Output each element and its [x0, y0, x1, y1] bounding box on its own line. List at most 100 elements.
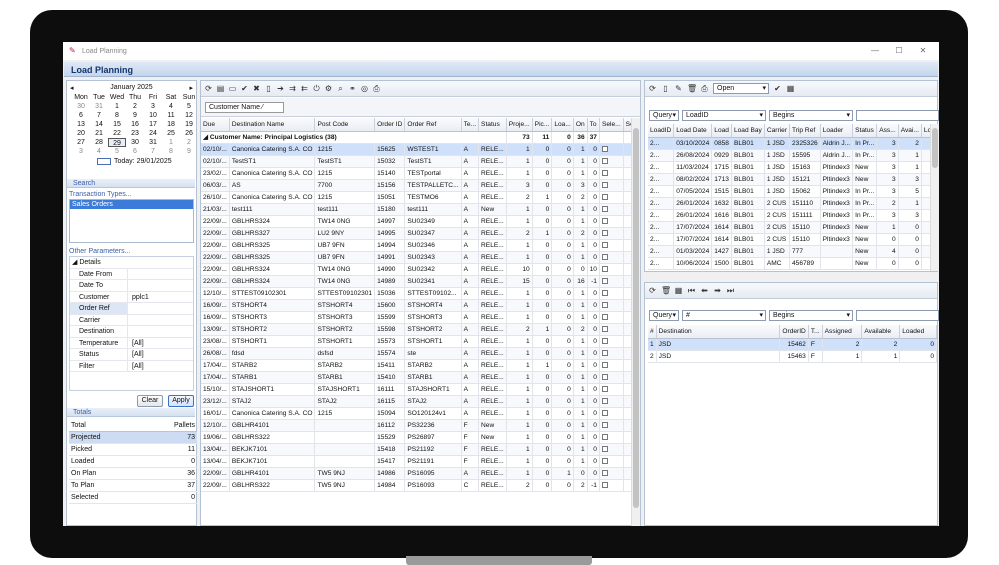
table-row[interactable]: 2... 08/02/2024 1713 BLB01 1 JSD 15121 Pltinde…	[648, 173, 930, 186]
table-row[interactable]: 2... 17/07/2024 1614 BLB01 2 CUS 15110 Pltinde…	[648, 233, 930, 246]
parameter-row[interactable]: Filter [All]	[70, 360, 193, 372]
calendar-day[interactable]: 8	[108, 111, 126, 120]
select-cell[interactable]	[599, 443, 624, 456]
refresh-icon[interactable]: ⟳	[648, 84, 657, 93]
table-row[interactable]: 2... 26/01/2024 1632 BLB01 2 CUS 151110 Pltind…	[648, 197, 930, 210]
calendar-day[interactable]: 20	[72, 129, 90, 138]
calendar-day[interactable]: 9	[180, 147, 198, 156]
column-header[interactable]: Loa...	[551, 118, 574, 132]
column-header[interactable]: Pic...	[532, 118, 553, 132]
row-checkbox[interactable]	[601, 277, 608, 284]
select-cell[interactable]	[599, 215, 624, 228]
table-row[interactable]: 16/01/... Canonica Catering S.A. CO 1215 15…	[201, 407, 631, 420]
loads-search-input[interactable]	[856, 109, 939, 121]
loads-field-dropdown[interactable]: LoadID	[682, 109, 766, 121]
table-row[interactable]: 22/09/... GBLHR4101 TW5 9NJ 14986 PS16095 A RE…	[201, 467, 631, 480]
orders-scrollbar[interactable]	[631, 118, 640, 526]
row-checkbox[interactable]	[601, 253, 608, 260]
calendar-day[interactable]: 1	[162, 138, 180, 147]
column-header[interactable]: Order Ref	[404, 118, 462, 132]
maximize-icon[interactable]: ☐	[887, 42, 911, 60]
table-row[interactable]: 16/09/... STSHORT4 STSHORT4 15600 STSHORT4 A R…	[201, 299, 631, 312]
totals-row[interactable]: On Plan 36	[69, 468, 197, 480]
column-header[interactable]: Destination Name	[229, 118, 316, 132]
table-row[interactable]: 13/04/... BEKJK7101 15417 PS21191 F RELE... 1 0…	[201, 455, 631, 468]
calendar-day[interactable]: 3	[72, 147, 90, 156]
search-icon[interactable]: ⌕	[336, 84, 345, 93]
column-header[interactable]: T...	[808, 325, 823, 339]
table-row[interactable]: 2... 17/07/2024 1614 BLB01 2 CUS 15110 Pltinde…	[648, 221, 930, 234]
last-icon[interactable]: ⏭	[726, 286, 735, 295]
select-cell[interactable]	[599, 179, 624, 192]
row-checkbox[interactable]	[601, 481, 608, 488]
row-checkbox[interactable]	[601, 217, 608, 224]
prev-month-icon[interactable]: ◂	[70, 84, 74, 93]
parameter-row[interactable]: Temperature [All]	[70, 337, 193, 349]
drops-operator-dropdown[interactable]: Begins	[769, 309, 853, 321]
parameter-row[interactable]: Date To	[70, 280, 193, 292]
table-row[interactable]: 22/09/... GBLHRS327 LU2 9NY 14995 SU02347 A RE…	[201, 227, 631, 240]
row-checkbox[interactable]	[601, 229, 608, 236]
parameter-row[interactable]: Order Ref	[70, 303, 193, 315]
row-checkbox[interactable]	[601, 373, 608, 380]
row-checkbox[interactable]	[601, 445, 608, 452]
row-checkbox[interactable]	[601, 313, 608, 320]
totals-row[interactable]: Loaded 0	[69, 456, 197, 468]
column-header[interactable]: LoadID	[648, 124, 675, 138]
calendar-day[interactable]: 30	[126, 138, 144, 147]
row-checkbox[interactable]	[601, 433, 608, 440]
totals-row[interactable]: Selected 0	[69, 492, 197, 504]
calendar-day[interactable]: 10	[144, 111, 162, 120]
clear-button[interactable]: Clear	[137, 395, 163, 407]
calendar-day[interactable]: 29	[108, 138, 126, 147]
orders-scroll-thumb[interactable]	[633, 128, 639, 508]
parameter-value[interactable]	[128, 303, 132, 314]
group-chip[interactable]: Customer Name ⁄	[205, 102, 284, 113]
row-checkbox[interactable]	[601, 337, 608, 344]
column-header[interactable]: Destination	[656, 325, 781, 339]
select-cell[interactable]	[599, 479, 624, 492]
parameter-value[interactable]: pplc1	[128, 292, 149, 303]
next-month-icon[interactable]: ▸	[189, 84, 193, 93]
column-header[interactable]: #	[648, 325, 657, 339]
column-header[interactable]: Sele...	[599, 118, 624, 132]
calendar-day[interactable]: 4	[162, 102, 180, 111]
select-cell[interactable]	[599, 203, 624, 216]
check-icon[interactable]: ✔	[240, 84, 249, 93]
column-header[interactable]: Due	[201, 118, 230, 132]
calendar-day[interactable]: 31	[90, 102, 108, 111]
table-row[interactable]: 2... 26/01/2024 1616 BLB01 2 CUS 151111 Pltind…	[648, 209, 930, 222]
row-checkbox[interactable]	[601, 205, 608, 212]
calendar-day[interactable]: 25	[162, 129, 180, 138]
drops-search-input[interactable]	[856, 309, 939, 321]
target-icon[interactable]: ◎	[360, 84, 369, 93]
list-item[interactable]: Sales Orders	[70, 200, 193, 209]
print-icon[interactable]: ⎙	[372, 84, 381, 93]
calendar-day[interactable]: 6	[126, 147, 144, 156]
parameter-row[interactable]: Destination	[70, 326, 193, 338]
first-icon[interactable]: ⏮	[687, 286, 696, 295]
calendar-day[interactable]: 2	[126, 102, 144, 111]
select-cell[interactable]	[599, 299, 624, 312]
table-row[interactable]: 23/12/... STAJ2 STAJ2 16115 STAJ2 A RELE... 1 0 0…	[201, 395, 631, 408]
column-header[interactable]: Assigned	[822, 325, 863, 339]
edit-icon[interactable]: ✎	[674, 84, 683, 93]
table-row[interactable]: 02/10/... TestST1 TestST1 15032 TestST1 A RELE…	[201, 155, 631, 168]
select-cell[interactable]	[599, 323, 624, 336]
row-checkbox[interactable]	[601, 193, 608, 200]
table-row[interactable]: 2... 07/05/2024 1515 BLB01 1 JSD 15062 Pltinde…	[648, 185, 930, 198]
calendar-day[interactable]: 31	[144, 138, 162, 147]
table-row[interactable]: 26/10/... Canonica Catering S.A. CO 1215 15…	[201, 191, 631, 204]
calendar-day[interactable]: 27	[72, 138, 90, 147]
calendar-day[interactable]: 22	[108, 129, 126, 138]
status-dropdown[interactable]: Open	[713, 83, 769, 94]
select-cell[interactable]	[599, 311, 624, 324]
row-checkbox[interactable]	[601, 145, 608, 152]
calendar-day[interactable]: 24	[144, 129, 162, 138]
row-checkbox[interactable]	[601, 241, 608, 248]
row-checkbox[interactable]	[601, 301, 608, 308]
column-header[interactable]: Load Bay	[731, 124, 765, 138]
details-group-row[interactable]: ◢ Details	[70, 257, 193, 269]
parameter-row[interactable]: Carrier	[70, 314, 193, 326]
calendar-day[interactable]: 30	[72, 102, 90, 111]
